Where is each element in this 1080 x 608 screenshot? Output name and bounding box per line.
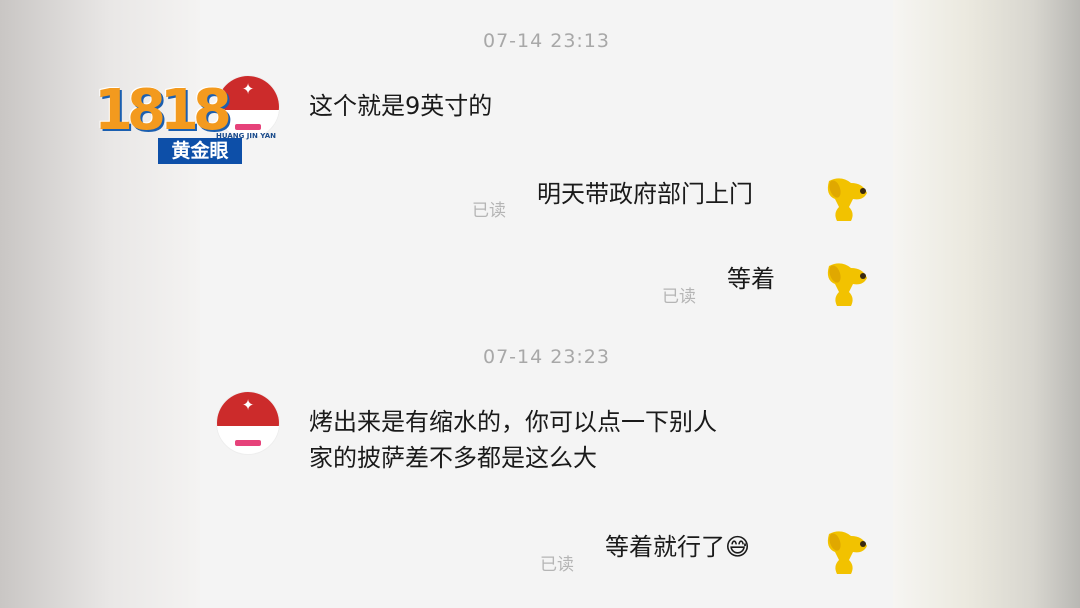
logo-name: 黄金眼 bbox=[158, 138, 242, 164]
shop-avatar[interactable]: ✦ bbox=[217, 392, 279, 454]
read-receipt: 已读 bbox=[540, 555, 574, 575]
message-line: 烤出来是有缩水的，你可以点一下别人 bbox=[309, 408, 717, 436]
message-text: 等着就行了 bbox=[605, 533, 725, 561]
sweat-smile-emoji-icon: 😅 bbox=[725, 533, 751, 561]
message-bubble[interactable]: 这个就是9英寸的 bbox=[309, 88, 492, 124]
logo-number: 1818 bbox=[94, 78, 232, 143]
yellow-dog-icon[interactable] bbox=[819, 173, 871, 225]
read-receipt: 已读 bbox=[472, 201, 506, 221]
tv-channel-logo: 1818 HUANG JIN YAN 黄金眼 bbox=[94, 78, 284, 170]
pizza-shop-logo-icon: ✦ bbox=[241, 396, 255, 414]
message-bubble[interactable]: 烤出来是有缩水的，你可以点一下别人 家的披萨差不多都是这么大 bbox=[309, 404, 717, 476]
yellow-dog-icon[interactable] bbox=[819, 526, 871, 578]
message-bubble[interactable]: 等着就行了😅 bbox=[605, 529, 750, 565]
read-receipt: 已读 bbox=[662, 287, 696, 307]
chat-screen: 07-14 23:13 ✦ 这个就是9英寸的 已读 明天带政府部门上门 已读 等… bbox=[200, 0, 893, 608]
timestamp: 07-14 23:13 bbox=[482, 30, 610, 52]
timestamp: 07-14 23:23 bbox=[482, 346, 610, 368]
message-bubble[interactable]: 等着 bbox=[727, 261, 775, 297]
message-bubble[interactable]: 明天带政府部门上门 bbox=[537, 176, 753, 212]
yellow-dog-icon[interactable] bbox=[819, 258, 871, 310]
background-right bbox=[893, 0, 1080, 608]
message-line: 家的披萨差不多都是这么大 bbox=[309, 444, 597, 472]
